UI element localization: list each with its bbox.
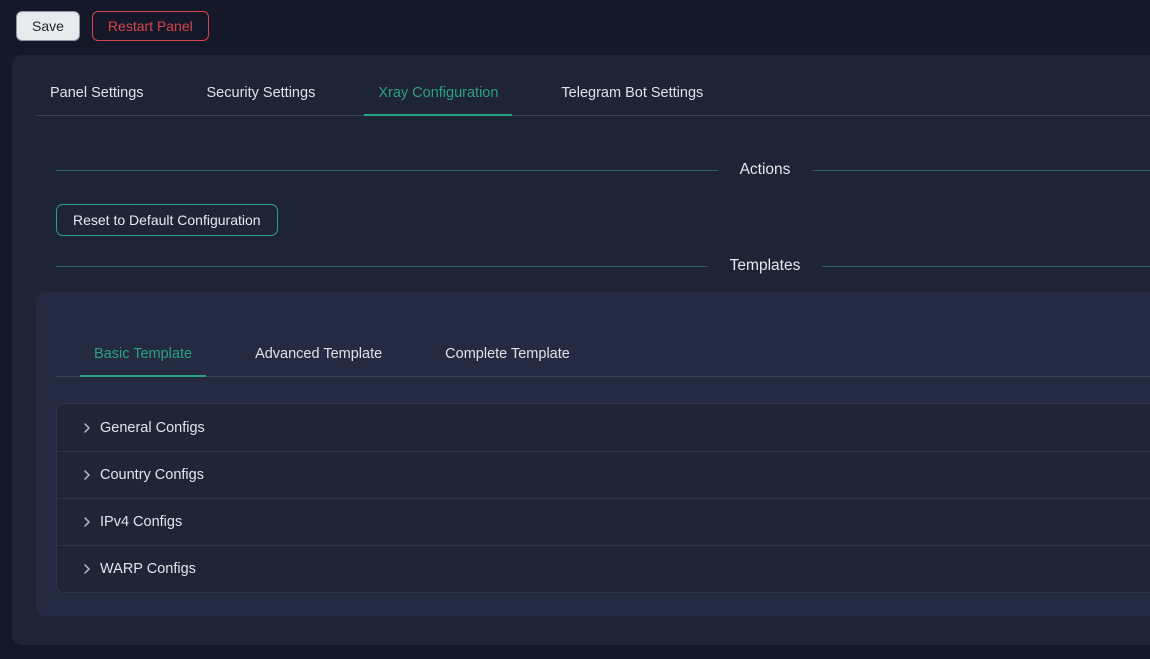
templates-card: Basic Template Advanced Template Complet… bbox=[36, 292, 1150, 616]
tab-security-settings[interactable]: Security Settings bbox=[193, 77, 330, 115]
panel-label: WARP Configs bbox=[100, 561, 196, 577]
actions-divider: Actions bbox=[56, 160, 1150, 180]
settings-card: Panel Settings Security Settings Xray Co… bbox=[12, 55, 1150, 645]
panel-label: General Configs bbox=[100, 420, 205, 436]
panel-label: IPv4 Configs bbox=[100, 514, 182, 530]
tab-advanced-template[interactable]: Advanced Template bbox=[241, 338, 396, 376]
chevron-right-icon bbox=[81, 469, 93, 481]
actions-divider-label: Actions bbox=[740, 160, 791, 180]
topbar: Save Restart Panel bbox=[0, 0, 1150, 52]
chevron-right-icon bbox=[81, 422, 93, 434]
restart-panel-button[interactable]: Restart Panel bbox=[92, 11, 209, 41]
template-tab-bar: Basic Template Advanced Template Complet… bbox=[56, 338, 1150, 377]
tab-telegram-bot-settings[interactable]: Telegram Bot Settings bbox=[547, 77, 717, 115]
main-tab-bar: Panel Settings Security Settings Xray Co… bbox=[36, 77, 1150, 116]
templates-divider: Templates bbox=[56, 256, 1150, 276]
config-accordion: General Configs Country Configs bbox=[56, 403, 1150, 593]
panel-country-configs[interactable]: Country Configs bbox=[57, 451, 1150, 498]
divider-line bbox=[812, 170, 1150, 171]
panel-general-configs[interactable]: General Configs bbox=[57, 404, 1150, 451]
panel-ipv4-configs[interactable]: IPv4 Configs bbox=[57, 498, 1150, 545]
chevron-right-icon bbox=[81, 563, 93, 575]
divider-line bbox=[822, 266, 1150, 267]
tab-xray-configuration[interactable]: Xray Configuration bbox=[364, 77, 512, 115]
tab-complete-template[interactable]: Complete Template bbox=[431, 338, 584, 376]
divider-line bbox=[56, 170, 718, 171]
panel-warp-configs[interactable]: WARP Configs bbox=[57, 545, 1150, 592]
save-button[interactable]: Save bbox=[16, 11, 80, 41]
page: Save Restart Panel Panel Settings Securi… bbox=[0, 0, 1150, 645]
divider-line bbox=[56, 266, 708, 267]
tab-basic-template[interactable]: Basic Template bbox=[80, 338, 206, 376]
chevron-right-icon bbox=[81, 516, 93, 528]
tab-panel-settings[interactable]: Panel Settings bbox=[36, 77, 158, 115]
panel-label: Country Configs bbox=[100, 467, 204, 483]
reset-default-configuration-button[interactable]: Reset to Default Configuration bbox=[56, 204, 278, 236]
templates-divider-label: Templates bbox=[730, 256, 801, 276]
